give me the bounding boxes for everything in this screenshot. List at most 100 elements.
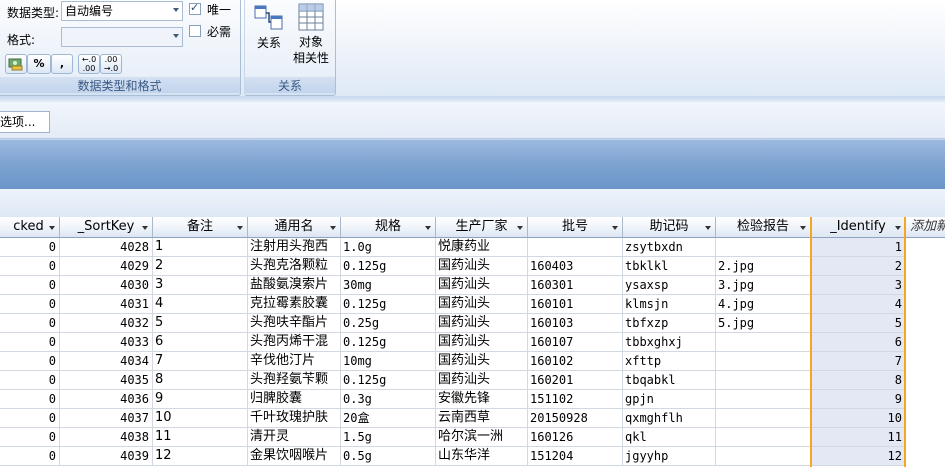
table-row[interactable]: 0 4038 11 清开灵 1.5g 哈尔滨一洲 160126 qkl 11 xyxy=(0,428,945,447)
col-manufacturer-cell[interactable]: 悦康药业 xyxy=(436,238,528,257)
col-identify-cell[interactable]: 3 xyxy=(811,276,906,295)
col-identify-header[interactable]: _Identify xyxy=(811,217,906,238)
col-spec-cell[interactable]: 0.125g xyxy=(341,295,436,314)
col-checked-cell[interactable]: 0 xyxy=(0,333,60,352)
percent-format-button[interactable]: % xyxy=(27,54,51,74)
col-identify-cell[interactable]: 6 xyxy=(811,333,906,352)
col-sortkey-cell[interactable]: 4029 xyxy=(60,257,153,276)
col-report-cell[interactable] xyxy=(716,428,811,447)
unique-checkbox[interactable] xyxy=(189,1,201,15)
col-manufacturer-cell[interactable]: 国药汕头 xyxy=(436,276,528,295)
col-report-cell[interactable] xyxy=(716,409,811,428)
col-generic-name-cell[interactable]: 头孢呋辛酯片 xyxy=(248,314,341,333)
chevron-down-icon[interactable] xyxy=(895,226,901,230)
col-generic-name-cell[interactable]: 归脾胶囊 xyxy=(248,390,341,409)
col-identify-cell[interactable]: 2 xyxy=(811,257,906,276)
col-sortkey-cell[interactable]: 4031 xyxy=(60,295,153,314)
col-manufacturer-cell[interactable]: 国药汕头 xyxy=(436,257,528,276)
col-mnemonic-cell[interactable]: qkl xyxy=(623,428,716,447)
col-spec-cell[interactable]: 10mg xyxy=(341,352,436,371)
col-report-cell[interactable]: 4.jpg xyxy=(716,295,811,314)
col-checked-cell[interactable]: 0 xyxy=(0,276,60,295)
chevron-down-icon[interactable] xyxy=(49,226,55,230)
increase-decimals-button[interactable]: ←.0.00 xyxy=(78,54,100,74)
col-generic-name-cell[interactable]: 注射用头孢西 xyxy=(248,238,341,257)
col-batch-cell[interactable]: 151102 xyxy=(528,390,623,409)
col-remark-cell[interactable]: 12 xyxy=(153,447,248,466)
col-report-cell[interactable] xyxy=(716,447,811,466)
col-batch-cell[interactable]: 20150928 xyxy=(528,409,623,428)
col-generic-name-cell[interactable]: 辛伐他汀片 xyxy=(248,352,341,371)
col-mnemonic-cell[interactable]: tbbxghxj xyxy=(623,333,716,352)
chevron-down-icon[interactable] xyxy=(425,226,431,230)
col-remark-cell[interactable]: 4 xyxy=(153,295,248,314)
col-spec-cell[interactable]: 30mg xyxy=(341,276,436,295)
col-mnemonic-cell[interactable]: jgyyhp xyxy=(623,447,716,466)
chevron-down-icon[interactable] xyxy=(330,226,336,230)
col-identify-cell[interactable]: 10 xyxy=(811,409,906,428)
table-row[interactable]: 0 4029 2 头孢克洛颗粒 0.125g 国药汕头 160403 tbklkl 2.jpg 2 xyxy=(0,257,945,276)
col-remark-cell[interactable]: 5 xyxy=(153,314,248,333)
currency-format-button[interactable] xyxy=(5,54,27,74)
col-sortkey-cell[interactable]: 4039 xyxy=(60,447,153,466)
col-manufacturer-cell[interactable]: 国药汕头 xyxy=(436,295,528,314)
col-sortkey-cell[interactable]: 4035 xyxy=(60,371,153,390)
col-identify-cell[interactable]: 7 xyxy=(811,352,906,371)
col-spec-cell[interactable]: 1.0g xyxy=(341,238,436,257)
col-identify-cell[interactable]: 12 xyxy=(811,447,906,466)
col-remark-cell[interactable]: 7 xyxy=(153,352,248,371)
table-row[interactable]: 0 4031 4 克拉霉素胶囊 0.125g 国药汕头 160101 klmsjn 4.jpg 4 xyxy=(0,295,945,314)
col-manufacturer-cell[interactable]: 国药汕头 xyxy=(436,352,528,371)
col-batch-cell[interactable]: 160403 xyxy=(528,257,623,276)
col-manufacturer-cell[interactable]: 山东华洋 xyxy=(436,447,528,466)
col-mnemonic-cell[interactable]: zsytbxdn xyxy=(623,238,716,257)
col-generic-name-cell[interactable]: 清开灵 xyxy=(248,428,341,447)
col-checked-cell[interactable]: 0 xyxy=(0,428,60,447)
col-sortkey-cell[interactable]: 4038 xyxy=(60,428,153,447)
col-mnemonic-cell[interactable]: tbklkl xyxy=(623,257,716,276)
col-identify-cell[interactable]: 1 xyxy=(811,238,906,257)
col-remark-cell[interactable]: 6 xyxy=(153,333,248,352)
col-remark-cell[interactable]: 9 xyxy=(153,390,248,409)
col-batch-cell[interactable]: 160103 xyxy=(528,314,623,333)
col-report-cell[interactable] xyxy=(716,238,811,257)
col-mnemonic-cell[interactable]: tbqabkl xyxy=(623,371,716,390)
col-generic-name-cell[interactable]: 千叶玫瑰护肤 xyxy=(248,409,341,428)
col-mnemonic-cell[interactable]: ysaxsp xyxy=(623,276,716,295)
col-checked-cell[interactable]: 0 xyxy=(0,447,60,466)
col-manufacturer-cell[interactable]: 国药汕头 xyxy=(436,333,528,352)
col-generic-name-header[interactable]: 通用名 xyxy=(248,217,341,238)
table-row[interactable]: 0 4032 5 头孢呋辛酯片 0.25g 国药汕头 160103 tbfxzp 5.jpg 5 xyxy=(0,314,945,333)
col-batch-cell[interactable] xyxy=(528,238,623,257)
col-spec-cell[interactable]: 0.25g xyxy=(341,314,436,333)
col-remark-cell[interactable]: 10 xyxy=(153,409,248,428)
col-identify-cell[interactable]: 5 xyxy=(811,314,906,333)
col-spec-header[interactable]: 规格 xyxy=(341,217,436,238)
chevron-down-icon[interactable] xyxy=(142,226,148,230)
col-remark-header[interactable]: 备注 xyxy=(153,217,248,238)
col-manufacturer-cell[interactable]: 国药汕头 xyxy=(436,371,528,390)
col-spec-cell[interactable]: 0.3g xyxy=(341,390,436,409)
table-row[interactable]: 0 4028 1 注射用头孢西 1.0g 悦康药业 zsytbxdn 1 xyxy=(0,238,945,257)
col-spec-cell[interactable]: 0.125g xyxy=(341,371,436,390)
col-manufacturer-cell[interactable]: 云南西草 xyxy=(436,409,528,428)
col-sortkey-cell[interactable]: 4034 xyxy=(60,352,153,371)
col-manufacturer-cell[interactable]: 国药汕头 xyxy=(436,314,528,333)
col-report-cell[interactable]: 2.jpg xyxy=(716,257,811,276)
relations-button[interactable]: 关系 xyxy=(251,2,287,51)
col-remark-cell[interactable]: 2 xyxy=(153,257,248,276)
col-checked-cell[interactable]: 0 xyxy=(0,238,60,257)
col-batch-cell[interactable]: 160301 xyxy=(528,276,623,295)
chevron-down-icon[interactable] xyxy=(517,226,523,230)
col-remark-cell[interactable]: 8 xyxy=(153,371,248,390)
col-manufacturer-header[interactable]: 生产厂家 xyxy=(436,217,528,238)
col-sortkey-cell[interactable]: 4033 xyxy=(60,333,153,352)
col-identify-cell[interactable]: 9 xyxy=(811,390,906,409)
col-checked-cell[interactable]: 0 xyxy=(0,352,60,371)
col-sortkey-cell[interactable]: 4032 xyxy=(60,314,153,333)
col-checked-cell[interactable]: 0 xyxy=(0,390,60,409)
col-report-cell[interactable] xyxy=(716,390,811,409)
col-report-cell[interactable] xyxy=(716,371,811,390)
col-generic-name-cell[interactable]: 克拉霉素胶囊 xyxy=(248,295,341,314)
col-identify-cell[interactable]: 8 xyxy=(811,371,906,390)
